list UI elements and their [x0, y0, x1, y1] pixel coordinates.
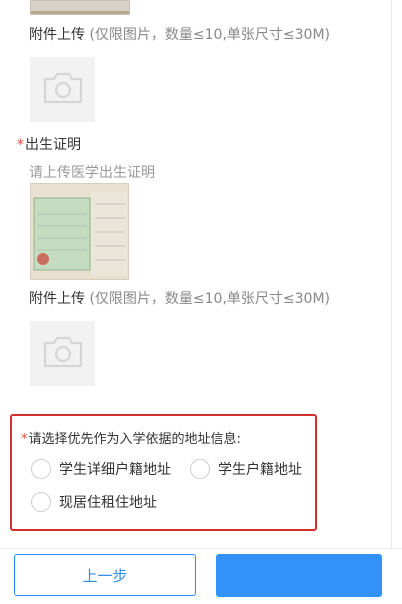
upload-instruction-2: 附件上传 (仅限图片，数量≤10,单张尺寸≤30M) [29, 288, 330, 308]
radio-label: 学生详细户籍地址 [59, 462, 171, 478]
upload-label: 附件上传 [29, 27, 85, 43]
birth-certificate-hint: 请上传医学出生证明 [29, 165, 155, 181]
birth-certificate-title-text: 出生证明 [25, 137, 81, 153]
address-selection-panel: *请选择优先作为入学依据的地址信息: 学生详细户籍地址 学生户籍地址 现居住租住… [10, 414, 317, 531]
radio-detailed-household-address[interactable]: 学生详细户籍地址 [31, 459, 171, 479]
required-mark: * [21, 432, 28, 447]
radio-household-address[interactable]: 学生户籍地址 [190, 459, 302, 479]
upload-hint: (仅限图片，数量≤10,单张尺寸≤30M) [85, 27, 330, 43]
previous-step-button[interactable]: 上一步 [14, 554, 196, 596]
address-selection-title: *请选择优先作为入学依据的地址信息: [21, 428, 241, 447]
radio-circle[interactable] [190, 459, 210, 479]
bottom-action-bar: 上一步 [0, 548, 402, 604]
required-mark: * [17, 137, 24, 153]
camera-icon [42, 335, 84, 373]
birth-certificate-title: *出生证明 [17, 134, 81, 154]
radio-label: 现居住租住地址 [59, 495, 157, 511]
upload-label: 附件上传 [29, 291, 85, 307]
radio-circle[interactable] [31, 492, 51, 512]
uploaded-document-thumbnail[interactable] [30, 0, 130, 15]
camera-icon [42, 71, 84, 109]
upload-camera-button-2[interactable] [30, 321, 95, 386]
radio-circle[interactable] [31, 459, 51, 479]
radio-label: 学生户籍地址 [218, 462, 302, 478]
content-right-border [391, 0, 392, 548]
address-selection-title-text: 请选择优先作为入学依据的地址信息: [28, 432, 241, 447]
next-step-button[interactable] [216, 554, 382, 597]
upload-camera-button-1[interactable] [30, 57, 95, 122]
birth-certificate-thumbnail[interactable] [30, 183, 129, 280]
radio-current-residence-address[interactable]: 现居住租住地址 [31, 492, 157, 512]
upload-instruction-1: 附件上传 (仅限图片，数量≤10,单张尺寸≤30M) [29, 24, 330, 44]
upload-hint: (仅限图片，数量≤10,单张尺寸≤30M) [85, 291, 330, 307]
